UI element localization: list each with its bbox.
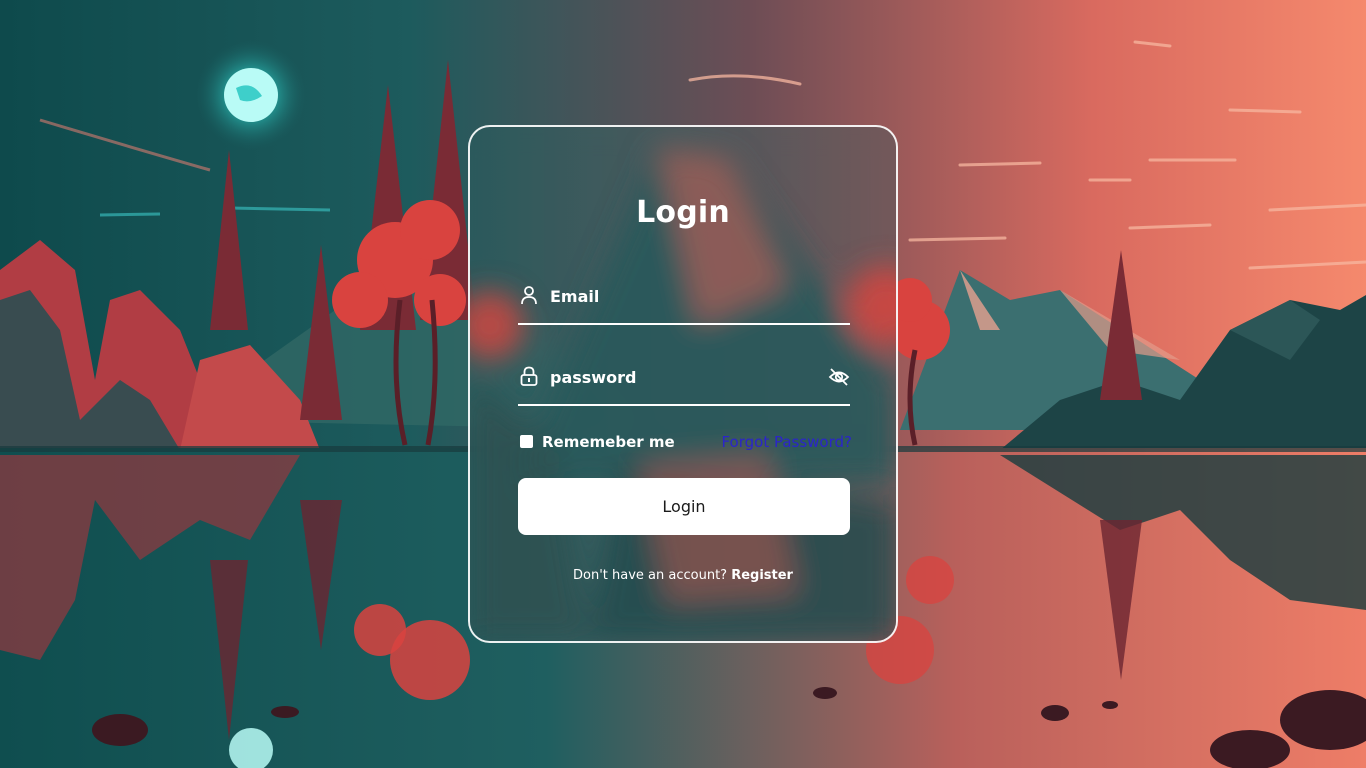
password-field[interactable] [518,354,850,406]
eye-off-icon[interactable] [828,366,850,388]
lock-icon [520,366,538,386]
login-title: Login [636,195,730,230]
register-prompt: Don't have an account? Register [470,568,896,583]
email-field[interactable] [518,273,850,325]
register-link[interactable]: Register [731,568,793,583]
forgot-password-link[interactable]: Forgot Password? [721,431,852,453]
password-input[interactable] [550,362,820,392]
remember-checkbox[interactable] [520,435,533,448]
login-card: Login Rememeber me Forgot [468,125,898,643]
remember-forgot-row: Rememeber me Forgot Password? [518,431,852,455]
email-input[interactable] [550,281,820,311]
user-icon [521,286,537,305]
register-prompt-text: Don't have an account? [573,568,732,583]
remember-label[interactable]: Rememeber me [542,431,675,453]
login-button[interactable]: Login [518,478,850,535]
